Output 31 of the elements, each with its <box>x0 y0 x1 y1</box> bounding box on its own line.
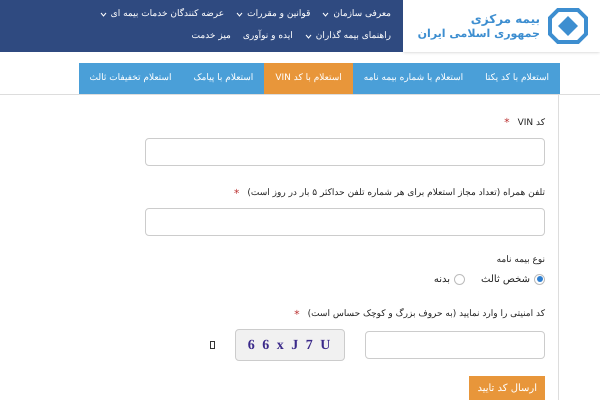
tab[interactable]: استعلام با پیامک <box>182 63 264 94</box>
radio-label: بدنه <box>434 272 450 286</box>
radio-button[interactable] <box>534 274 545 284</box>
input-field[interactable] <box>145 208 545 236</box>
nav-link[interactable]: میز خدمت <box>192 30 231 43</box>
nav-link[interactable]: معرفی سازمان <box>322 8 391 22</box>
nav-link[interactable]: قوانین و مقررات <box>236 8 310 22</box>
required-asterisk: * <box>294 306 300 322</box>
logo[interactable]: بیمه مرکزی جمهوری اسلامی ایران <box>403 0 600 52</box>
field-label: کد امنیتی را وارد نمایید (به حروف بزرگ و کوچک حساس است) <box>308 308 545 321</box>
submit-button[interactable]: ارسال کد تایید <box>469 376 545 400</box>
field-label: تلفن همراه (تعداد مجاز استعلام برای هر شماره تلفن حداکثر ۵ بار در روز است) <box>247 187 545 200</box>
logo-subtitle: جمهوری اسلامی ایران <box>418 26 540 40</box>
radio-label: شخص ثالث <box>481 272 530 286</box>
logo-title: بیمه مرکزی <box>470 12 540 27</box>
captcha-code: 6 6 x J 7 U <box>248 336 332 354</box>
input-field[interactable] <box>145 138 545 166</box>
nav-link[interactable]: راهنمای بیمه گذاران <box>304 30 391 43</box>
tab[interactable]: استعلام با شماره بیمه نامه <box>352 63 474 94</box>
logo-icon <box>548 8 588 44</box>
tab[interactable]: استعلام با کد VIN <box>264 63 353 94</box>
required-asterisk: * <box>234 186 240 202</box>
field-label: کد VIN <box>518 116 545 130</box>
field-label: نوع بیمه نامه <box>496 254 545 267</box>
tab[interactable]: استعلام با کد یکتا <box>474 63 560 94</box>
captcha-input-field[interactable] <box>365 331 545 359</box>
nav-link[interactable]: ایده و نوآوری <box>242 30 293 43</box>
required-asterisk: * <box>504 115 510 131</box>
tab[interactable]: استعلام تخفیفات ثالث <box>78 63 182 94</box>
radio-button[interactable] <box>454 274 466 284</box>
nav-link[interactable]: عرضه کنندگان خدمات بیمه ای <box>100 8 224 22</box>
